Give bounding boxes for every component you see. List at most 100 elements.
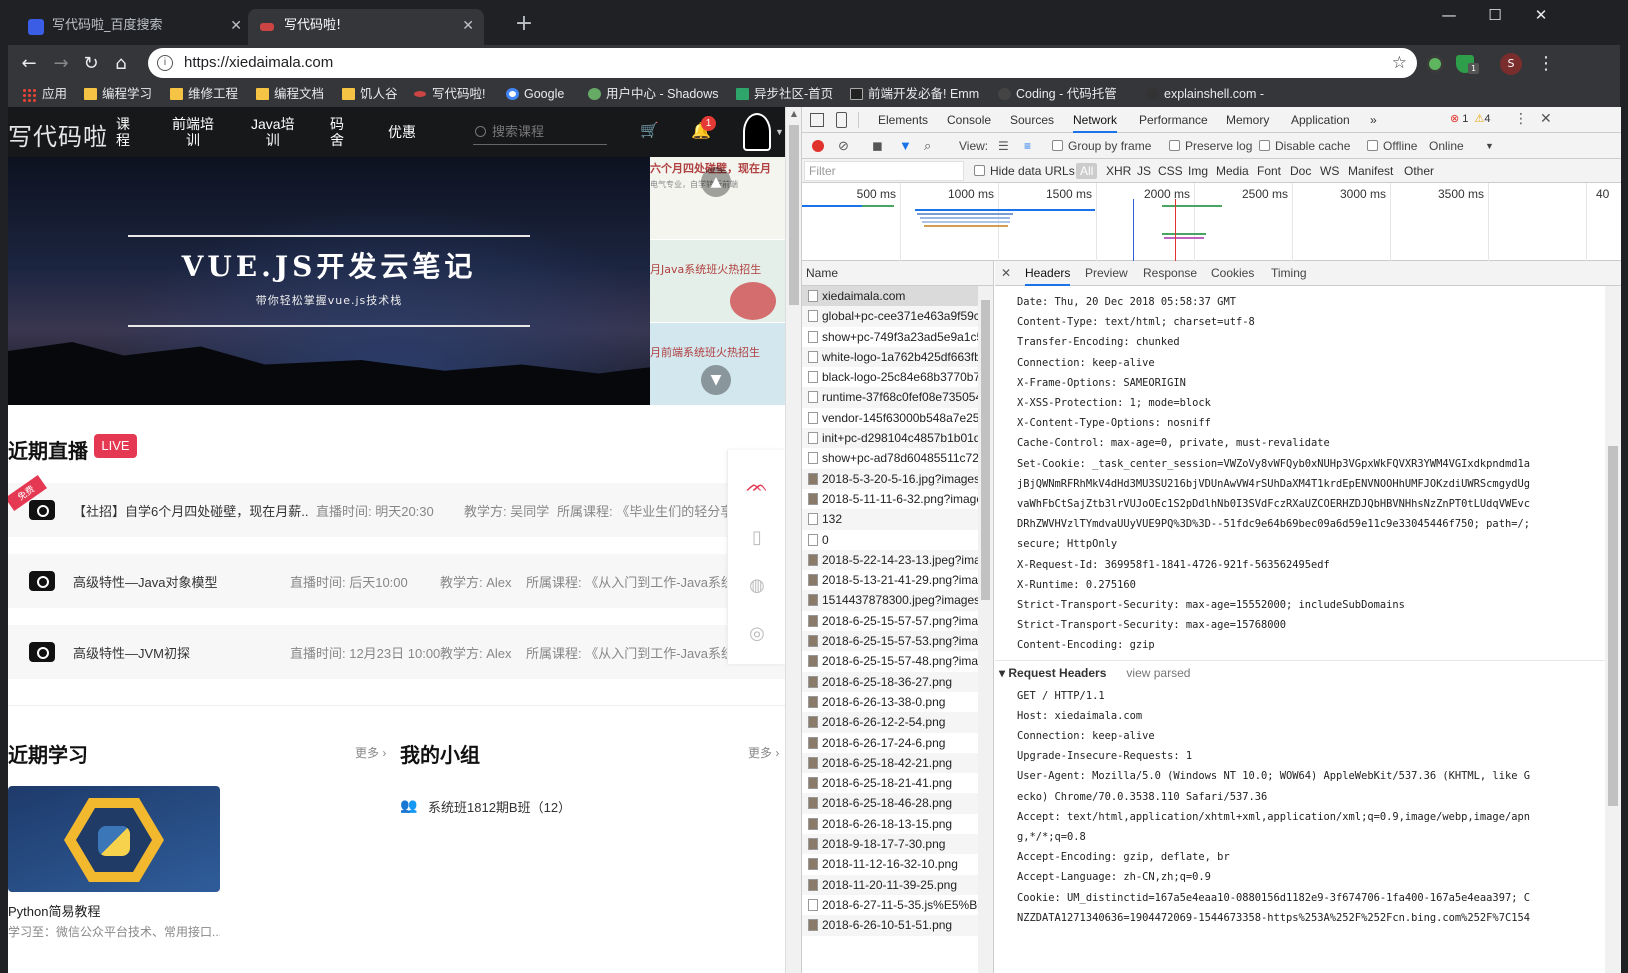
wechat-icon[interactable]: ◍ xyxy=(745,574,769,598)
throttle-select[interactable]: Online ▼ xyxy=(1429,133,1495,159)
more-tabs-button[interactable]: » xyxy=(1370,107,1377,133)
request-row[interactable]: init+pc-d298104c4857b1b01d xyxy=(802,428,993,449)
filter-funnel-icon[interactable]: ▼ xyxy=(899,133,912,159)
tab-application[interactable]: Application xyxy=(1291,107,1350,133)
course-thumbnail[interactable] xyxy=(8,786,220,892)
hide-data-urls-checkbox[interactable]: Hide data URLs xyxy=(974,159,1075,183)
type-filter-img[interactable]: Img xyxy=(1188,159,1208,183)
scroll-up-arrow-icon[interactable]: ▲ xyxy=(786,107,802,121)
request-row[interactable]: runtime-37f68c0fef08e735054 xyxy=(802,387,993,408)
side-banner-2[interactable]: 月Java系统班火热招生 xyxy=(650,240,785,322)
type-filter-media[interactable]: Media xyxy=(1216,159,1249,183)
bookmark-link[interactable]: Coding - 代码托管 xyxy=(996,83,1132,107)
request-row[interactable]: 2018-5-11-11-6-32.png?image xyxy=(802,489,993,509)
request-row[interactable]: 2018-6-25-18-21-41.png xyxy=(802,773,993,793)
preserve-log-checkbox[interactable]: Preserve log xyxy=(1169,133,1252,159)
live-row[interactable]: 免费 【社招】自学6个月四处碰壁，现在月薪... 直播时间: 明天20:30 教… xyxy=(8,474,785,537)
request-row[interactable]: 2018-6-26-17-24-6.png xyxy=(802,733,993,753)
type-filter-other[interactable]: Other xyxy=(1404,159,1434,183)
site-info-icon[interactable]: i xyxy=(157,55,173,71)
devtools-menu-kebab-icon[interactable]: ⋮ xyxy=(1514,111,1528,127)
request-row[interactable]: 0 xyxy=(802,530,993,550)
bookmark-link[interactable]: 用户中心 - Shadows xyxy=(586,83,722,107)
bookmark-folder[interactable]: 编程文档 xyxy=(254,83,324,107)
extension-green-icon[interactable] xyxy=(1426,55,1444,73)
scrollbar-thumb[interactable] xyxy=(981,300,990,600)
bookmark-apps[interactable]: 应用 xyxy=(22,83,67,107)
request-row[interactable]: 132 xyxy=(802,509,993,530)
request-row[interactable]: 2018-6-25-18-46-28.png xyxy=(802,793,993,814)
waterfall-view-icon[interactable]: ≡ xyxy=(1024,133,1031,159)
request-row[interactable]: 1514437878300.jpeg?imagesli xyxy=(802,590,993,611)
type-filter-css[interactable]: CSS xyxy=(1158,159,1183,183)
search-icon[interactable]: ⌕ xyxy=(924,133,931,159)
weibo-icon[interactable]: ◎ xyxy=(745,622,769,646)
tab-console[interactable]: Console xyxy=(947,107,991,133)
bookmark-folder[interactable]: 编程学习 xyxy=(82,83,152,107)
close-devtools-icon[interactable]: ✕ xyxy=(1540,111,1552,127)
group-more-link[interactable]: 更多 › xyxy=(748,744,779,761)
tab-sources[interactable]: Sources xyxy=(1010,107,1054,133)
request-row[interactable]: show+pc-ad78d60485511c728 xyxy=(802,448,993,468)
tab-performance[interactable]: Performance xyxy=(1139,107,1208,133)
close-detail-icon[interactable]: ✕ xyxy=(1001,261,1011,286)
request-row[interactable]: 2018-6-25-15-57-48.png?ima xyxy=(802,651,993,671)
request-row[interactable]: 2018-11-20-11-39-25.png xyxy=(802,874,993,895)
forward-button[interactable]: → xyxy=(47,50,75,78)
recent-more-link[interactable]: 更多 › xyxy=(355,744,386,761)
request-row[interactable]: vendor-145f63000b548a7e25b xyxy=(802,408,993,428)
filter-input[interactable]: Filter xyxy=(804,161,964,181)
bookmark-folder[interactable]: 维修工程 xyxy=(168,83,238,107)
user-avatar[interactable] xyxy=(743,113,771,151)
disable-cache-checkbox[interactable]: Disable cache xyxy=(1259,133,1350,159)
app-logo-icon[interactable]: ᨏ xyxy=(745,474,769,498)
request-row[interactable]: 2018-6-26-10-51-51.png xyxy=(802,915,993,936)
menu-kebab-icon[interactable]: ⋮ xyxy=(1532,50,1560,78)
clear-icon[interactable]: ⊘ xyxy=(838,133,849,159)
type-filter-ws[interactable]: WS xyxy=(1320,159,1339,183)
nav-courses[interactable]: 课 程 xyxy=(116,116,130,148)
tab-headers[interactable]: Headers xyxy=(1025,261,1071,286)
nav-java[interactable]: Java培 训 xyxy=(251,116,295,148)
tab-response[interactable]: Response xyxy=(1143,261,1197,286)
scrollbar-thumb[interactable] xyxy=(1608,446,1618,806)
tab-elements[interactable]: Elements xyxy=(878,107,928,133)
cart-icon[interactable]: 🛒 xyxy=(640,121,659,139)
minimize-button[interactable]: — xyxy=(1426,0,1472,30)
request-row[interactable]: 2018-6-26-13-38-0.png xyxy=(802,692,993,712)
tab-network[interactable]: Network xyxy=(1073,107,1118,133)
nav-discount[interactable]: 优惠 xyxy=(388,124,416,140)
request-headers-section[interactable]: ▾ Request Headers view parsed xyxy=(999,666,1190,680)
address-bar[interactable]: i https://xiedaimala.com ☆ xyxy=(148,48,1417,78)
close-tab-icon[interactable]: ✕ xyxy=(462,9,474,43)
scrollbar-thumb[interactable] xyxy=(789,125,799,305)
tab-cookies[interactable]: Cookies xyxy=(1211,261,1254,286)
request-row[interactable]: 2018-5-13-21-41-29.png?ima xyxy=(802,570,993,590)
close-window-button[interactable]: ✕ xyxy=(1518,0,1564,30)
bookmark-link[interactable]: Google xyxy=(504,83,564,107)
type-filter-doc[interactable]: Doc xyxy=(1290,159,1311,183)
tab-preview[interactable]: Preview xyxy=(1085,261,1128,286)
request-row[interactable]: 2018-11-12-16-32-10.png xyxy=(802,854,993,874)
request-row[interactable]: 2018-5-3-20-5-16.jpg?images xyxy=(802,468,993,489)
request-row[interactable]: 2018-6-25-18-36-27.png xyxy=(802,671,993,692)
request-row[interactable]: 2018-6-27-11-5-35.js%E5%BC xyxy=(802,895,993,915)
reload-button[interactable]: ↻ xyxy=(77,50,105,78)
name-column-header[interactable]: Name xyxy=(802,261,994,286)
banner-up-arrow-icon[interactable]: ▲ xyxy=(701,167,731,197)
live-row[interactable]: 高级特性—JVM初探 直播时间: 12月23日 10:00 教学方: Alex … xyxy=(8,625,785,679)
tab-xiedaimala[interactable]: 写代码啦! ✕ xyxy=(248,9,484,45)
tab-baidu[interactable]: 写代码啦_百度搜索 ✕ xyxy=(16,9,252,45)
record-icon[interactable] xyxy=(812,140,824,152)
headers-scrollbar[interactable] xyxy=(1605,286,1621,973)
course-title[interactable]: Python简易教程 xyxy=(8,901,100,920)
banner-down-arrow-icon[interactable]: ▼ xyxy=(701,365,731,395)
tab-timing[interactable]: Timing xyxy=(1271,261,1307,286)
request-row[interactable]: 2018-9-18-17-7-30.png xyxy=(802,834,993,855)
type-filter-font[interactable]: Font xyxy=(1257,159,1281,183)
type-filter-manifest[interactable]: Manifest xyxy=(1348,159,1393,183)
request-row[interactable]: black-logo-25c84e68b3770b7 xyxy=(802,367,993,387)
bookmark-link[interactable]: 写代码啦! xyxy=(412,83,485,107)
bookmark-folder[interactable]: 饥人谷 xyxy=(340,83,398,107)
hero-banner[interactable]: VUE.JS开发云笔记 带你轻松掌握vue.js技术栈 xyxy=(8,157,650,405)
